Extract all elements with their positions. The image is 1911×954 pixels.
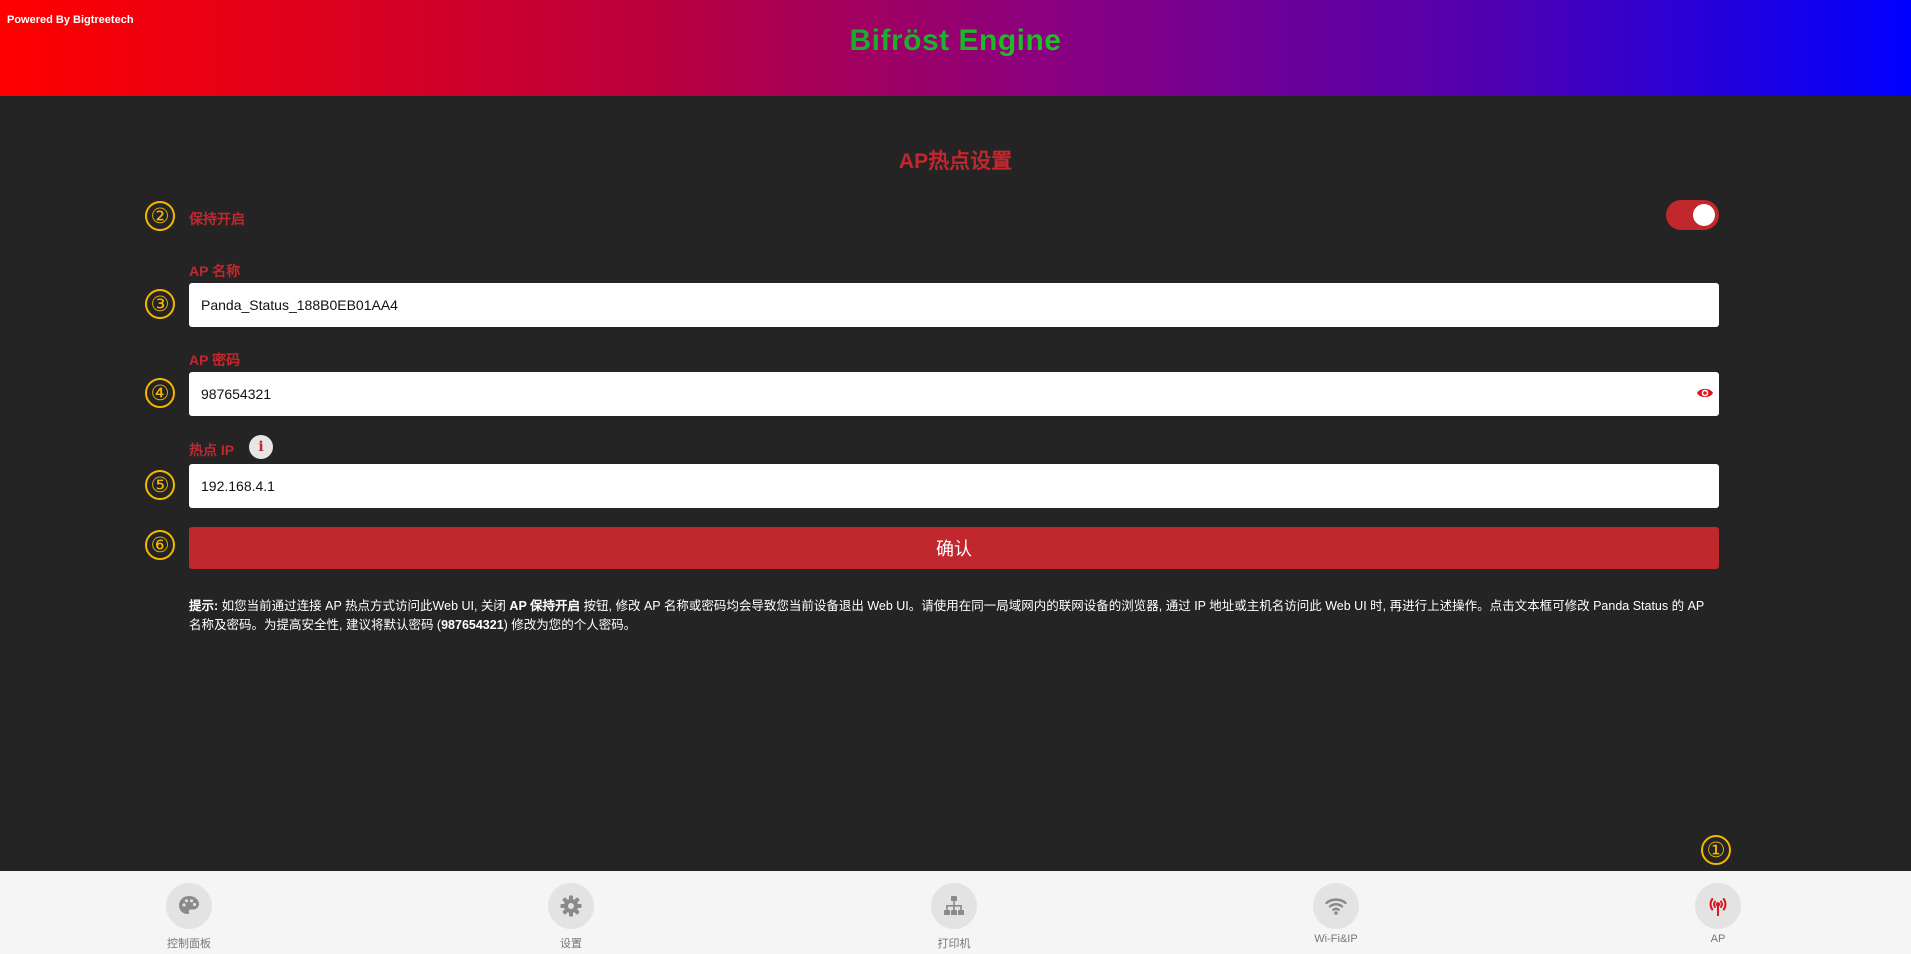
- nav-circle: [1695, 883, 1741, 929]
- keep-on-toggle[interactable]: [1666, 200, 1719, 230]
- broadcast-tower-icon: [1709, 898, 1727, 916]
- nav-item-printer[interactable]: 打印机: [894, 871, 1014, 954]
- nav-item-ap[interactable]: AP: [1658, 871, 1778, 954]
- nav-label: AP: [1710, 933, 1726, 945]
- hint-default-password: 987654321: [441, 618, 504, 632]
- nav-label: 打印机: [937, 938, 971, 950]
- nav-item-wifi-ip[interactable]: Wi-Fi&IP: [1276, 871, 1396, 954]
- hint-text: 提示: 如您当前通过连接 AP 热点方式访问此Web UI, 关闭 AP 保持开…: [189, 597, 1719, 635]
- nav-label: 控制面板: [167, 938, 211, 950]
- network-tree-icon: [944, 896, 964, 915]
- hint-part-3: ) 修改为您的个人密码。: [503, 618, 637, 632]
- nav-label: Wi-Fi&IP: [1314, 933, 1358, 945]
- confirm-button[interactable]: 确认: [189, 527, 1719, 569]
- keep-on-label: 保持开启: [189, 211, 245, 227]
- info-icon[interactable]: i: [249, 435, 273, 459]
- ap-name-input[interactable]: [189, 283, 1719, 327]
- app-header: Powered By Bigtreetech Bifröst Engine: [0, 0, 1911, 96]
- marker-5: ⑤: [145, 470, 175, 500]
- gear-icon: [560, 895, 582, 917]
- nav-circle: [166, 883, 212, 929]
- show-password-eye-icon[interactable]: [1696, 386, 1714, 400]
- hint-keep-on: AP 保持开启: [509, 599, 581, 613]
- hint-prefix: 提示:: [189, 599, 219, 613]
- hotspot-ip-label: 热点 IP: [189, 442, 235, 458]
- nav-label: 设置: [560, 938, 582, 950]
- ap-password-input[interactable]: [189, 372, 1719, 416]
- brand-title: Bifröst Engine: [0, 24, 1911, 58]
- nav-circle: [548, 883, 594, 929]
- nav-item-control-panel[interactable]: 控制面板: [129, 871, 249, 954]
- nav-circle: [931, 883, 977, 929]
- page-title: AP热点设置: [898, 150, 1013, 173]
- ap-password-label: AP 密码: [189, 352, 241, 368]
- nav-item-settings[interactable]: 设置: [511, 871, 631, 954]
- toggle-knob: [1693, 204, 1715, 226]
- marker-1: ①: [1701, 835, 1731, 865]
- bottom-nav: 控制面板 设置 打印机 Wi-Fi&IP AP: [0, 871, 1911, 954]
- ap-name-label: AP 名称: [189, 263, 241, 279]
- marker-3: ③: [145, 289, 175, 319]
- hotspot-ip-input[interactable]: [189, 464, 1719, 508]
- palette-icon: [179, 896, 199, 914]
- marker-4: ④: [145, 378, 175, 408]
- wifi-icon: [1325, 898, 1347, 915]
- marker-2: ②: [145, 201, 175, 231]
- nav-circle: [1313, 883, 1359, 929]
- marker-6: ⑥: [145, 530, 175, 560]
- hint-part-1: 如您当前通过连接 AP 热点方式访问此Web UI, 关闭: [218, 599, 510, 613]
